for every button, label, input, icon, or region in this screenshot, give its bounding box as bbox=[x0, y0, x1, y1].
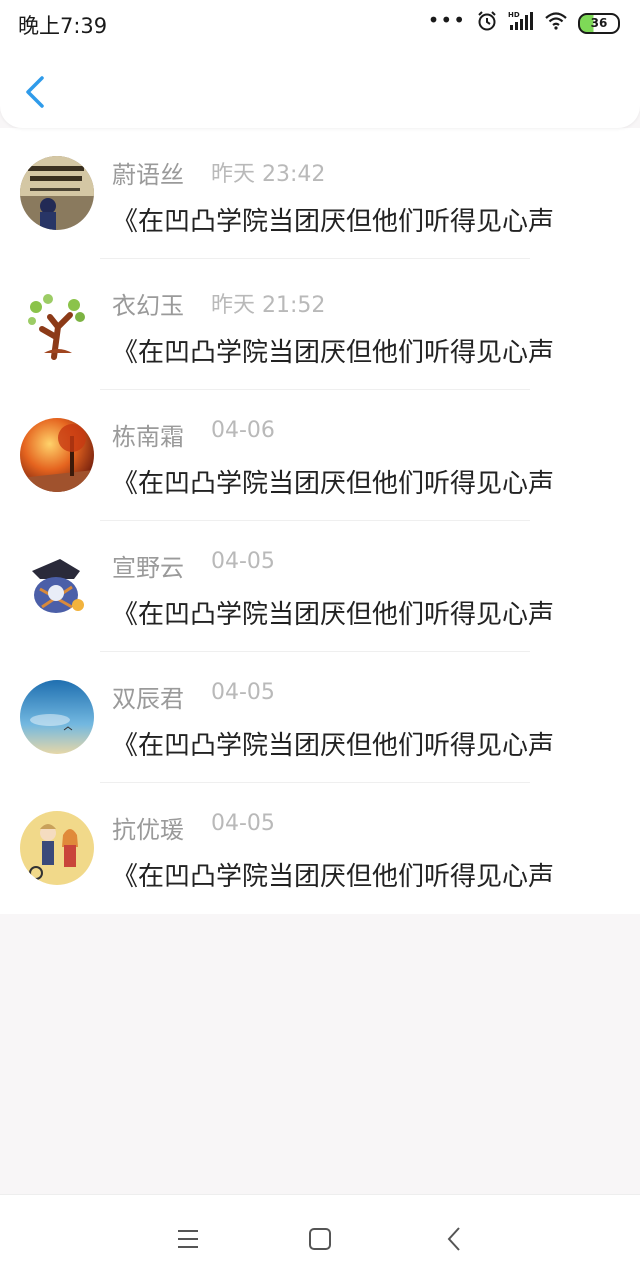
battery-icon: 36 bbox=[578, 12, 620, 34]
message-preview: 《在凹凸学院当团厌但他们听得见心声 bbox=[112, 338, 555, 368]
sender-name: 双辰君 bbox=[112, 685, 184, 713]
more-dots-icon: ••• bbox=[427, 8, 466, 32]
message-time: 04-06 bbox=[211, 418, 275, 443]
svg-text:HD: HD bbox=[508, 11, 520, 19]
sender-name: 栋南霜 bbox=[112, 423, 184, 451]
home-square-icon bbox=[309, 1228, 331, 1250]
hd-signal-icon: HD bbox=[508, 10, 534, 36]
message-preview: 《在凹凸学院当团厌但他们听得见心声 bbox=[112, 207, 555, 237]
list-item[interactable]: 衣幻玉 昨天 21:52 《在凹凸学院当团厌但他们听得见心声 bbox=[0, 259, 640, 390]
back-button[interactable] bbox=[18, 70, 54, 114]
list-item[interactable]: 宣野云 04-05 《在凹凸学院当团厌但他们听得见心声 bbox=[0, 521, 640, 652]
message-list: 蔚语丝 昨天 23:42 《在凹凸学院当团厌但他们听得见心声 衣幻玉 昨天 21… bbox=[0, 128, 640, 914]
status-bar: 晚上7:39 ••• HD 36 bbox=[0, 0, 640, 46]
message-time: 昨天 23:42 bbox=[211, 162, 326, 187]
menu-icon bbox=[178, 1230, 198, 1248]
back-triangle-icon bbox=[447, 1227, 460, 1251]
avatar[interactable] bbox=[20, 287, 94, 361]
message-preview: 《在凹凸学院当团厌但他们听得见心声 bbox=[112, 862, 555, 892]
list-item[interactable]: 蔚语丝 昨天 23:42 《在凹凸学院当团厌但他们听得见心声 bbox=[0, 128, 640, 259]
sender-name: 宣野云 bbox=[112, 554, 184, 582]
message-preview: 《在凹凸学院当团厌但他们听得见心声 bbox=[112, 600, 555, 630]
status-icons: ••• HD 36 bbox=[428, 10, 620, 36]
wifi-icon bbox=[544, 11, 568, 35]
avatar[interactable] bbox=[20, 549, 94, 623]
list-item[interactable]: 栋南霜 04-06 《在凹凸学院当团厌但他们听得见心声 bbox=[0, 390, 640, 521]
sender-name: 衣幻玉 bbox=[112, 292, 184, 320]
avatar[interactable] bbox=[20, 418, 94, 492]
home-button[interactable] bbox=[300, 1219, 340, 1259]
list-item[interactable]: 双辰君 04-05 《在凹凸学院当团厌但他们听得见心声 bbox=[0, 652, 640, 783]
message-time: 昨天 21:52 bbox=[211, 293, 326, 318]
status-time: 晚上7:39 bbox=[18, 14, 108, 38]
alarm-icon bbox=[476, 10, 498, 36]
avatar[interactable] bbox=[20, 156, 94, 230]
nav-back-button[interactable] bbox=[434, 1219, 474, 1259]
sender-name: 抗优瑗 bbox=[112, 816, 184, 844]
avatar[interactable] bbox=[20, 811, 94, 885]
message-preview: 《在凹凸学院当团厌但他们听得见心声 bbox=[112, 469, 555, 499]
message-preview: 《在凹凸学院当团厌但他们听得见心声 bbox=[112, 731, 555, 761]
list-item[interactable]: 抗优瑗 04-05 《在凹凸学院当团厌但他们听得见心声 bbox=[0, 783, 640, 914]
chevron-left-icon bbox=[26, 76, 44, 108]
menu-button[interactable] bbox=[168, 1219, 208, 1259]
message-time: 04-05 bbox=[211, 680, 275, 705]
top-bar: 晚上7:39 ••• HD 36 bbox=[0, 0, 640, 128]
message-time: 04-05 bbox=[211, 549, 275, 574]
system-nav-bar bbox=[0, 1194, 640, 1281]
avatar[interactable] bbox=[20, 680, 94, 754]
sender-name: 蔚语丝 bbox=[112, 161, 184, 189]
message-time: 04-05 bbox=[211, 811, 275, 836]
